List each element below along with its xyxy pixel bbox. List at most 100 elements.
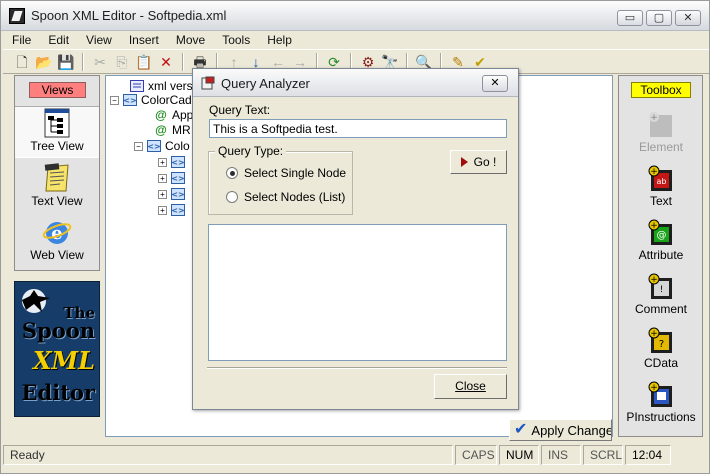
menu-insert[interactable]: Insert: [129, 32, 159, 48]
expand-icon[interactable]: +: [158, 205, 167, 215]
tree-view-label: Tree View: [30, 139, 84, 153]
dialog-title: Query Analyzer: [221, 76, 310, 91]
toolbar-separator: [182, 52, 184, 71]
expand-icon[interactable]: +: [158, 189, 167, 199]
delete-icon[interactable]: ✕: [157, 53, 175, 71]
apply-changes-label: Apply Changes: [531, 422, 612, 438]
menu-view[interactable]: View: [86, 32, 112, 48]
element-add-icon: +: [647, 110, 675, 138]
collapse-icon[interactable]: −: [134, 141, 143, 151]
radio-button-selected[interactable]: [226, 167, 238, 179]
add-pi-button[interactable]: + PInstructions: [619, 380, 703, 424]
tree-node[interactable]: + <>: [158, 155, 189, 169]
tree-node[interactable]: + <>: [158, 171, 189, 185]
collapse-icon[interactable]: −: [110, 95, 119, 105]
expand-icon[interactable]: +: [158, 157, 167, 167]
element-icon: <>: [123, 94, 137, 106]
element-icon: <>: [171, 172, 185, 184]
menu-file[interactable]: File: [12, 32, 31, 48]
element-icon: <>: [171, 188, 185, 200]
radio-single-node-label: Select Single Node: [244, 166, 347, 180]
svg-text:<>: <>: [171, 158, 184, 167]
add-cdata-button[interactable]: ? + CData: [619, 326, 703, 370]
xml-declaration-icon: [130, 80, 144, 92]
go-button[interactable]: Go !: [450, 150, 507, 174]
save-icon[interactable]: 💾: [57, 53, 75, 71]
toolbox-label: Toolbox: [631, 82, 691, 98]
svg-text:?: ?: [659, 339, 664, 350]
logo-line-2: Spoon: [21, 318, 95, 343]
add-text-label: Text: [649, 194, 672, 208]
views-panel: Views Tree View Text View e Web View: [14, 75, 100, 271]
web-view-button[interactable]: e Web View: [15, 216, 99, 268]
maximize-button[interactable]: ▢: [646, 10, 672, 26]
status-ready: Ready: [3, 445, 453, 465]
views-label: Views: [29, 82, 86, 98]
tree-node[interactable]: @ App: [154, 108, 193, 122]
close-window-button[interactable]: ✕: [675, 10, 701, 26]
radio-nodes-list[interactable]: Select Nodes (List): [226, 190, 345, 204]
add-element-button[interactable]: + Element: [619, 110, 703, 154]
tree-node[interactable]: − <> Colo: [134, 139, 190, 153]
query-analyzer-dialog: Query Analyzer ✕ Query Text: Query Type:…: [192, 68, 519, 410]
menu-help[interactable]: Help: [267, 32, 292, 48]
radio-single-node[interactable]: Select Single Node: [226, 166, 346, 180]
dialog-close-button[interactable]: ✕: [482, 75, 508, 92]
svg-text:!: !: [660, 285, 664, 295]
query-results-area[interactable]: [208, 224, 507, 361]
svg-text:+: +: [650, 167, 658, 177]
new-file-icon[interactable]: 🗋: [13, 53, 31, 71]
text-view-button[interactable]: Text View: [15, 162, 99, 214]
checkmark-icon: ✔: [514, 421, 528, 438]
radio-button[interactable]: [226, 191, 238, 203]
web-view-label: Web View: [30, 248, 84, 262]
apply-changes-button[interactable]: ✔ Apply Changes: [509, 419, 612, 441]
cut-icon[interactable]: ✂: [91, 53, 109, 71]
status-num: NUM: [499, 445, 539, 465]
svg-text:+: +: [650, 113, 658, 123]
menu-move[interactable]: Move: [176, 32, 205, 48]
close-button-label: Close: [455, 379, 486, 393]
close-button[interactable]: Close: [434, 374, 507, 399]
comment-add-icon: ! +: [647, 272, 675, 300]
expand-icon[interactable]: +: [158, 173, 167, 183]
element-icon: <>: [171, 204, 185, 216]
tree-node[interactable]: − <> ColorCad: [110, 93, 192, 107]
menu-edit[interactable]: Edit: [48, 32, 69, 48]
text-view-icon: [41, 162, 73, 194]
tree-node-label: MR: [172, 123, 191, 137]
add-text-button[interactable]: ab + Text: [619, 164, 703, 208]
add-pi-label: PInstructions: [626, 410, 696, 424]
svg-text:<>: <>: [171, 206, 184, 215]
status-ins: INS: [541, 445, 581, 465]
minimize-button[interactable]: ▭: [617, 10, 643, 26]
tree-node[interactable]: xml versi: [130, 79, 195, 93]
dialog-title-bar: Query Analyzer ✕: [193, 69, 518, 97]
query-text-input[interactable]: [209, 119, 507, 138]
tree-node-label: Colo: [165, 139, 190, 153]
attribute-add-icon: @ +: [647, 218, 675, 246]
svg-text:+: +: [650, 329, 658, 339]
radio-nodes-list-label: Select Nodes (List): [244, 190, 346, 204]
add-cdata-label: CData: [643, 356, 678, 370]
copy-icon[interactable]: ⎘: [113, 53, 131, 71]
pi-add-icon: +: [647, 380, 675, 408]
add-attribute-button[interactable]: @ + Attribute: [619, 218, 703, 262]
tree-node[interactable]: + <>: [158, 203, 189, 217]
tree-view-button[interactable]: Tree View: [15, 106, 99, 158]
spoon-logo: The Spoon XML Editor: [14, 281, 100, 417]
attribute-icon: @: [155, 123, 167, 137]
menu-tools[interactable]: Tools: [222, 32, 250, 48]
app-logo-icon: [9, 8, 25, 24]
svg-text:+: +: [650, 275, 658, 285]
tree-node[interactable]: @ MR: [154, 123, 191, 137]
paste-icon[interactable]: 📋: [135, 53, 153, 71]
query-type-group: Query Type: Select Single Node Select No…: [208, 144, 353, 215]
open-folder-icon[interactable]: 📂: [35, 53, 53, 71]
svg-text:<>: <>: [171, 174, 184, 183]
svg-text:ab: ab: [657, 177, 667, 186]
logo-line-3: XML: [32, 346, 95, 375]
window-title: Spoon XML Editor - Softpedia.xml: [31, 8, 227, 23]
add-comment-button[interactable]: ! + Comment: [619, 272, 703, 316]
tree-node[interactable]: + <>: [158, 187, 189, 201]
